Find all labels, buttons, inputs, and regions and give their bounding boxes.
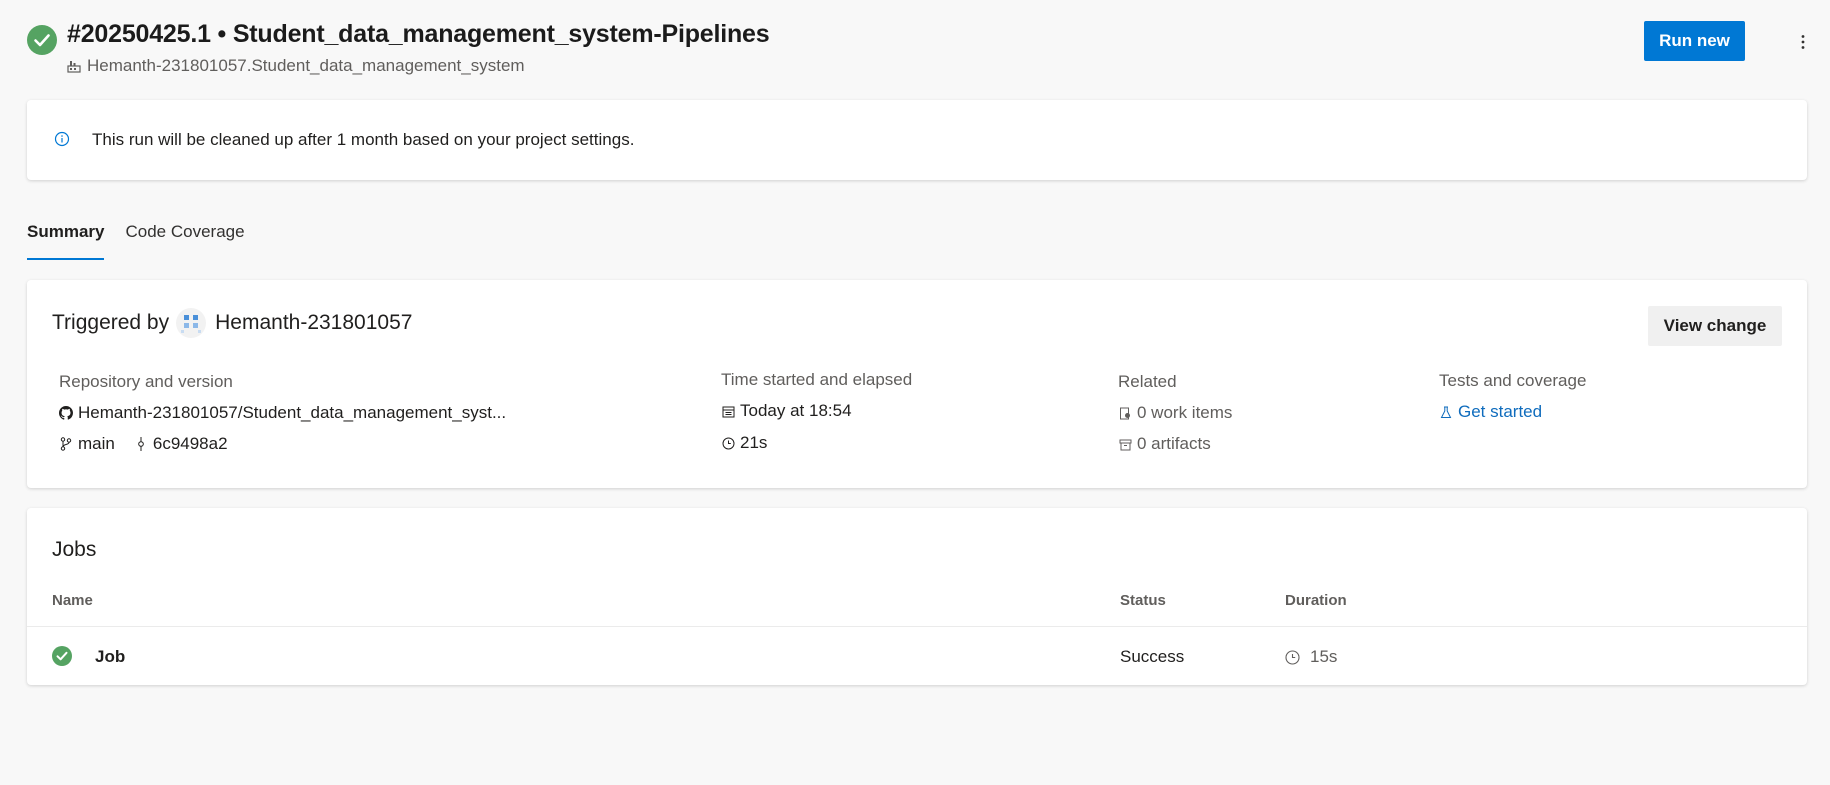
jobs-title: Jobs (52, 538, 97, 561)
check-circle-icon (52, 646, 72, 666)
column-header-name: Name (52, 592, 93, 609)
repository-column: Repository and version Hemanth-231801057… (59, 372, 506, 454)
table-row[interactable]: Job Success 15s (27, 627, 1807, 685)
repo-breadcrumb[interactable]: Hemanth-231801057.Student_data_managemen… (67, 56, 525, 76)
run-new-button[interactable]: Run new (1644, 21, 1745, 61)
user-avatar-icon (176, 308, 207, 338)
github-icon (59, 406, 73, 420)
elapsed-time: 21s (740, 433, 768, 452)
tests-column: Tests and coverage Get started (1439, 371, 1586, 422)
clock-icon (721, 436, 735, 450)
work-item-icon (1118, 406, 1132, 420)
info-icon (54, 131, 70, 147)
start-time-row: Today at 18:54 (721, 401, 912, 421)
elapsed-row: 21s (721, 433, 912, 453)
page-title: #20250425.1 • Student_data_management_sy… (67, 20, 770, 48)
start-time: Today at 18:54 (740, 401, 852, 420)
repository-heading: Repository and version (59, 372, 233, 391)
repository-link[interactable]: Hemanth-231801057/Student_data_managemen… (59, 403, 506, 423)
branch-icon (59, 437, 73, 451)
related-column: Related 0 work items 0 artifacts (1118, 372, 1232, 454)
work-items-link[interactable]: 0 work items (1118, 403, 1232, 423)
get-started-link[interactable]: Get started (1439, 402, 1586, 422)
repository-name: Hemanth-231801057/Student_data_managemen… (78, 403, 507, 422)
commit-icon (134, 437, 148, 451)
check-circle-icon (27, 25, 57, 55)
view-change-button[interactable]: View change (1648, 306, 1782, 346)
version-row: main 6c9498a2 (59, 434, 506, 454)
triggered-user[interactable]: Hemanth-231801057 (215, 311, 412, 335)
banner-text: This run will be cleaned up after 1 mont… (92, 130, 635, 149)
retention-banner: This run will be cleaned up after 1 mont… (27, 100, 1807, 180)
triggered-by: Triggered by Hemanth-231801057 (52, 308, 412, 338)
artifacts-count: 0 artifacts (1137, 434, 1211, 453)
clock-icon (1285, 649, 1300, 665)
jobs-card: Jobs Name Status Duration Job Success 15… (27, 508, 1807, 685)
get-started-label: Get started (1458, 402, 1543, 421)
artifact-icon (1118, 437, 1132, 451)
repo-path: Hemanth-231801057.Student_data_managemen… (87, 56, 525, 75)
artifacts-link[interactable]: 0 artifacts (1118, 434, 1232, 454)
job-duration-value: 15s (1310, 647, 1338, 666)
tab-summary[interactable]: Summary (27, 218, 105, 260)
column-header-status: Status (1120, 592, 1166, 609)
work-items-count: 0 work items (1137, 403, 1233, 422)
calendar-icon (721, 404, 735, 418)
job-status: Success (1120, 647, 1185, 666)
triggered-prefix: Triggered by (52, 311, 170, 334)
tests-heading: Tests and coverage (1439, 371, 1587, 390)
column-header-duration: Duration (1285, 592, 1347, 609)
more-vertical-icon[interactable] (1789, 28, 1817, 56)
tab-bar: Summary Code Coverage (27, 218, 245, 260)
related-heading: Related (1118, 372, 1177, 391)
branch-name[interactable]: main (78, 434, 115, 454)
summary-card: Triggered by Hemanth-231801057 View chan… (27, 280, 1807, 488)
time-column: Time started and elapsed Today at 18:54 … (721, 370, 912, 453)
tab-code-coverage[interactable]: Code Coverage (125, 218, 244, 260)
run-header: #20250425.1 • Student_data_management_sy… (27, 20, 1805, 80)
commit-hash[interactable]: 6c9498a2 (153, 434, 228, 454)
pipeline-icon (67, 59, 81, 73)
job-duration: 15s (1285, 647, 1337, 667)
job-name: Job (95, 647, 126, 666)
flask-icon (1439, 405, 1453, 419)
time-heading: Time started and elapsed (721, 370, 913, 389)
